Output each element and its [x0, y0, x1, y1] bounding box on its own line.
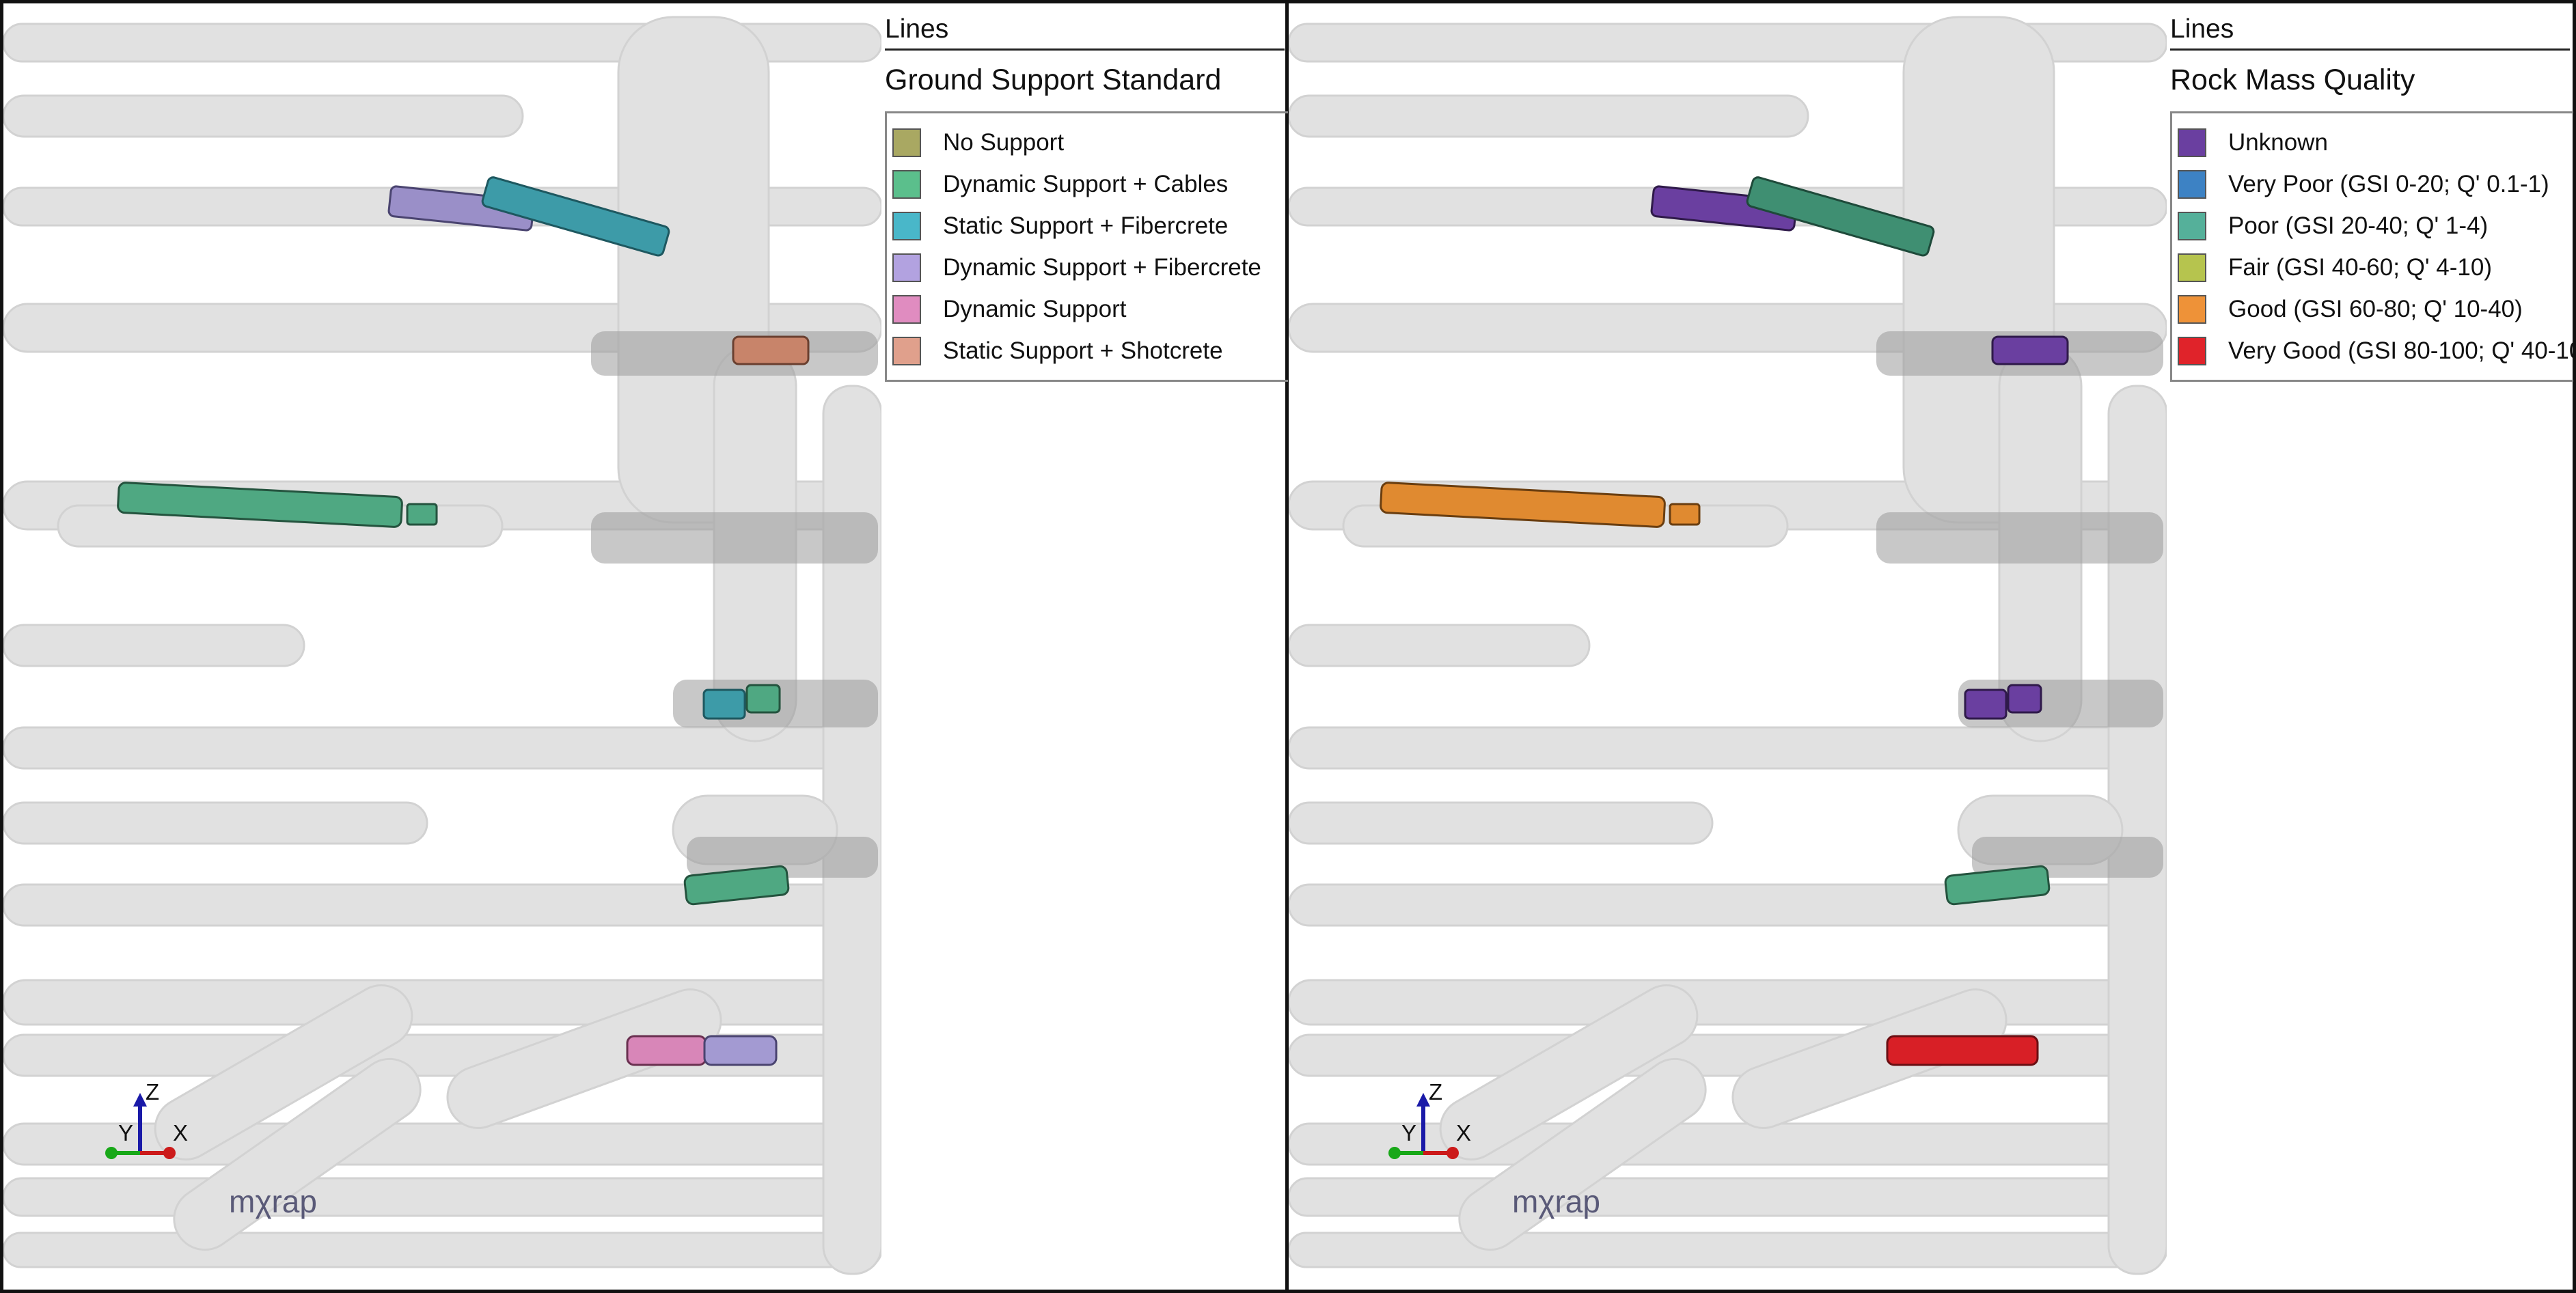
mxrap-logo: mχrap: [229, 1184, 317, 1219]
color-swatch: [2178, 336, 2206, 365]
axis-y-label: Y: [1401, 1120, 1416, 1145]
line-segment[interactable]: [745, 684, 781, 714]
line-segment[interactable]: [732, 335, 810, 365]
legend-item[interactable]: Very Good (GSI 80-100; Q' 40-100): [2172, 330, 2576, 372]
3d-viewport-left[interactable]: Z Y X mχrap: [3, 3, 881, 1290]
color-swatch: [892, 253, 921, 282]
legend-item-label: Fair (GSI 40-60; Q' 4-10): [2228, 253, 2492, 281]
color-swatch: [892, 211, 921, 240]
color-swatch: [892, 336, 921, 365]
legend-item-label: Very Poor (GSI 0-20; Q' 0.1-1): [2228, 170, 2549, 197]
line-segment[interactable]: [1886, 1035, 2039, 1066]
mxrap-logo: mχrap: [1512, 1184, 1600, 1219]
line-segment[interactable]: [702, 689, 746, 720]
line-segment[interactable]: [406, 503, 438, 526]
color-swatch: [2178, 128, 2206, 157]
legend-title: Rock Mass Quality: [2170, 64, 2415, 96]
color-swatch: [2178, 253, 2206, 282]
legend-item-label: Dynamic Support + Fibercrete: [943, 253, 1261, 281]
legend-item-label: Good (GSI 60-80; Q' 10-40): [2228, 295, 2523, 322]
axis-x-label: X: [173, 1120, 188, 1145]
line-segment[interactable]: [703, 1035, 778, 1066]
legend-header: Lines: [885, 10, 1285, 51]
legend-item-label: No Support: [943, 128, 1065, 156]
legend-item[interactable]: Static Support + Fibercrete: [887, 205, 1288, 247]
legend-list: No Support Dynamic Support + Cables Stat…: [885, 111, 1288, 382]
color-swatch: [2178, 294, 2206, 324]
axis-z-label: Z: [146, 1079, 159, 1104]
legend-header: Lines: [2170, 10, 2570, 51]
legend-item-label: Very Good (GSI 80-100; Q' 40-100): [2228, 337, 2576, 364]
legend-item[interactable]: Poor (GSI 20-40; Q' 1-4): [2172, 205, 2573, 247]
color-swatch: [2178, 211, 2206, 240]
line-segment[interactable]: [2007, 684, 2042, 714]
color-swatch: [892, 169, 921, 199]
line-segment[interactable]: [1964, 689, 2008, 720]
legend-item-label: Dynamic Support + Cables: [943, 170, 1229, 197]
legend-item[interactable]: Dynamic Support + Fibercrete: [887, 247, 1288, 288]
legend-left: Lines Ground Support Standard No Support…: [885, 3, 1288, 1290]
legend-item[interactable]: Dynamic Support + Cables: [887, 163, 1288, 205]
axis-y-label: Y: [118, 1120, 133, 1145]
line-segment[interactable]: [626, 1035, 707, 1066]
axis-z-label: Z: [1429, 1079, 1442, 1104]
legend-item[interactable]: Dynamic Support: [887, 288, 1288, 330]
legend-item-label: Poor (GSI 20-40; Q' 1-4): [2228, 212, 2489, 239]
legend-item-label: Static Support + Shotcrete: [943, 337, 1223, 364]
legend-item-label: Static Support + Fibercrete: [943, 212, 1229, 239]
legend-item[interactable]: Unknown: [2172, 122, 2573, 163]
3d-viewport-right[interactable]: Z Y X mχrap: [1289, 3, 2167, 1290]
line-segment[interactable]: [1669, 503, 1701, 526]
color-swatch: [892, 128, 921, 157]
line-segment[interactable]: [1991, 335, 2069, 365]
legend-item[interactable]: No Support: [887, 122, 1288, 163]
legend-item[interactable]: Very Poor (GSI 0-20; Q' 0.1-1): [2172, 163, 2573, 205]
axis-x-label: X: [1456, 1120, 1471, 1145]
legend-title: Ground Support Standard: [885, 64, 1222, 96]
legend-item[interactable]: Fair (GSI 40-60; Q' 4-10): [2172, 247, 2573, 288]
color-swatch: [2178, 169, 2206, 199]
left-panel: Z Y X mχrap Lines Ground Support Standar…: [3, 3, 1288, 1290]
legend-item-label: Dynamic Support: [943, 295, 1127, 322]
tunnel-scene-left[interactable]: Z Y X mχrap: [3, 3, 881, 1290]
legend-list: Unknown Very Poor (GSI 0-20; Q' 0.1-1) P…: [2170, 111, 2576, 382]
legend-item[interactable]: Static Support + Shotcrete: [887, 330, 1288, 372]
legend-item[interactable]: Good (GSI 60-80; Q' 10-40): [2172, 288, 2573, 330]
tunnel-scene-right[interactable]: Z Y X mχrap: [1289, 3, 2167, 1290]
right-panel: Z Y X mχrap Lines Rock Mass Quality Unkn…: [1289, 3, 2576, 1290]
legend-item-label: Unknown: [2228, 128, 2328, 156]
color-swatch: [892, 294, 921, 324]
legend-right: Lines Rock Mass Quality Unknown Very Poo…: [2170, 3, 2576, 1290]
